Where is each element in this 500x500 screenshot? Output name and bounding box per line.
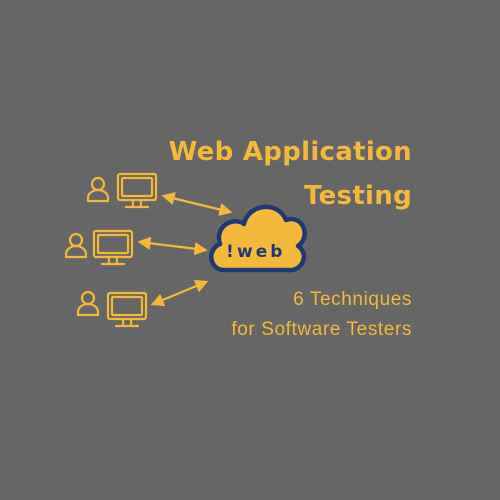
subtitle-line-2: for Software Testers xyxy=(231,319,412,340)
cloud-mark: ! xyxy=(226,242,237,262)
cloud-label: web xyxy=(237,242,285,262)
double-arrow-icon xyxy=(137,236,208,256)
user-icon xyxy=(64,232,88,259)
client-3 xyxy=(76,290,148,328)
client-1 xyxy=(86,172,158,209)
user-icon xyxy=(86,176,110,203)
cloud-icon: ! web xyxy=(209,204,307,273)
illustration: ! web xyxy=(64,172,307,328)
monitor-icon xyxy=(92,229,134,266)
double-arrow-icon xyxy=(161,192,233,216)
subtitle-line-1: 6 Techniques xyxy=(293,289,412,310)
user-icon xyxy=(76,290,100,317)
title-line-1: Web Application xyxy=(168,137,412,167)
title-line-2: Testing xyxy=(304,181,412,211)
client-2 xyxy=(64,229,134,266)
monitor-icon xyxy=(106,291,148,328)
graphic-canvas: ! web Web Application Testing 6 Techniqu… xyxy=(0,0,500,500)
monitor-icon xyxy=(116,172,158,209)
double-arrow-icon xyxy=(150,279,209,307)
